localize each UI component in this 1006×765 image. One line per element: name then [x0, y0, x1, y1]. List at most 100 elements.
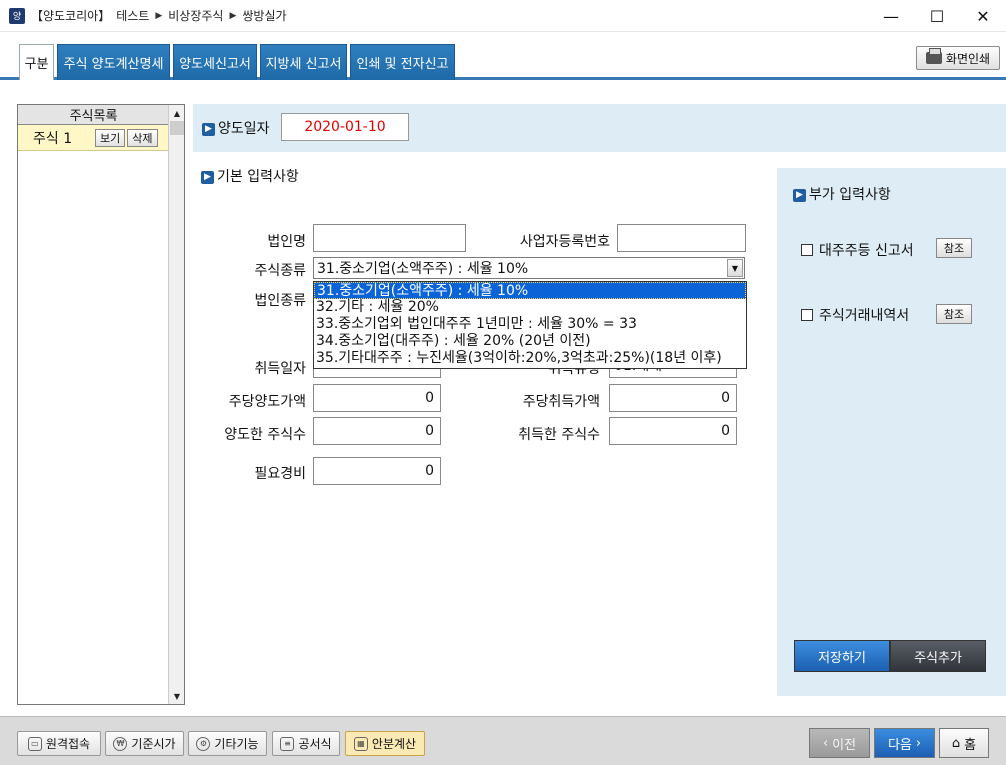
printer-icon — [925, 48, 942, 64]
prorate-calc-button[interactable]: ▦ 안분계산 — [345, 731, 425, 756]
dropdown-option[interactable]: 34.중소기업(대주주) : 세율 20% (20년 이전) — [314, 333, 746, 350]
minimize-button[interactable]: — — [868, 0, 914, 32]
corp-name-label: 법인명 — [267, 234, 306, 250]
stock-list-header: 주식목록 — [18, 105, 169, 125]
acq-date-label: 취득일자 — [254, 361, 306, 377]
add-stock-button[interactable]: 주식추가 — [890, 640, 986, 672]
dropdown-option[interactable]: 31.중소기업(소액주주) : 세율 10% — [314, 282, 746, 299]
per-share-acq-field[interactable]: 0 — [609, 384, 737, 412]
chevron-left-icon: ‹ — [822, 735, 829, 751]
app-title: 【양도코리아】 — [31, 9, 111, 23]
bottom-toolbar: ▭ 원격접속 ₩ 기준시가 ⚙ 기타기능 ≡ 공서식 ▦ 안분계산 ‹ 이전 다음 › ⌂ 홈 — [0, 716, 1006, 765]
breadcrumb-item: 비상장주식 — [168, 9, 224, 23]
transfer-date-field[interactable]: 2020-01-10 — [281, 113, 409, 141]
transfer-date-section: ▶ 양도일자 2020-01-10 — [193, 104, 1006, 152]
stock-name: 주식 1 — [33, 130, 73, 147]
shares-transferred-label: 양도한 주식수 — [224, 427, 306, 443]
expenses-field[interactable]: 0 — [313, 457, 441, 485]
next-label: 다음 — [887, 737, 912, 753]
list-item[interactable]: 주식 1 보기 삭제 — [18, 125, 169, 151]
screen-print-button[interactable]: 화면인쇄 — [916, 46, 1000, 70]
tab-print-efile[interactable]: 인쇄 및 전자신고 — [350, 44, 455, 80]
document-icon: ≡ — [280, 736, 295, 751]
tab-category[interactable]: 구분 — [19, 44, 54, 81]
breadcrumb-arrow-icon: ▶ — [229, 10, 237, 21]
remote-access-button[interactable]: ▭ 원격접속 — [17, 731, 101, 756]
home-icon: ⌂ — [951, 735, 961, 751]
dropdown-option[interactable]: 33.중소기업외 법인대주주 1년미만 : 세율 30% = 33 — [314, 316, 746, 333]
breadcrumb-item: 테스트 — [116, 9, 150, 23]
tab-bar: 구분 주식 양도계산명세 양도세신고서 지방세 신고서 인쇄 및 전자신고 화면… — [0, 32, 1006, 81]
forms-button[interactable]: ≡ 공서식 — [272, 731, 340, 756]
corp-name-field[interactable] — [313, 224, 466, 252]
other-functions-button[interactable]: ⚙ 기타기능 — [188, 731, 267, 756]
shares-transferred-field[interactable]: 0 — [313, 417, 441, 445]
scroll-down-icon[interactable]: ▼ — [169, 688, 185, 704]
trade-history-checkbox[interactable] — [801, 309, 813, 321]
section-arrow-icon: ▶ — [202, 122, 215, 136]
prev-label: 이전 — [832, 737, 857, 753]
trade-history-checkbox-row[interactable]: 주식거래내역서 — [801, 305, 909, 325]
tab-stock-transfer-calc[interactable]: 주식 양도계산명세 — [57, 44, 170, 80]
shares-acquired-field[interactable]: 0 — [609, 417, 737, 445]
maximize-button[interactable]: ☐ — [914, 0, 960, 32]
breadcrumb-item: 쌍방실가 — [242, 9, 287, 23]
transfer-date-heading: ▶ 양도일자 — [202, 118, 270, 138]
screen-print-label: 화면인쇄 — [945, 51, 991, 66]
section-arrow-icon: ▶ — [201, 170, 214, 184]
stock-type-label: 주식종류 — [254, 263, 306, 279]
tab-transfer-tax-report[interactable]: 양도세신고서 — [173, 44, 257, 80]
base-price-label: 기준시가 — [131, 737, 176, 751]
gear-icon: ⚙ — [196, 736, 211, 751]
major-shareholder-checkbox-row[interactable]: 대주주등 신고서 — [801, 240, 914, 260]
home-button[interactable]: ⌂ 홈 — [939, 728, 989, 758]
trade-history-ref-button[interactable]: 참조 — [936, 304, 972, 324]
major-shareholder-ref-button[interactable]: 참조 — [936, 238, 972, 258]
calculator-icon: ▦ — [353, 736, 368, 751]
stock-type-value: 31.중소기업(소액주주) : 세율 10% — [317, 261, 529, 277]
dropdown-option[interactable]: 32.기타 : 세율 20% — [314, 299, 746, 316]
scroll-up-icon[interactable]: ▲ — [169, 105, 185, 121]
main-content: 주식목록 주식 1 보기 삭제 ▲ ▼ ▶ 양도일자 2020-01-10 ▶ 기본… — [0, 80, 1006, 716]
basic-title-label: 기본 입력사항 — [217, 169, 299, 185]
view-button[interactable]: 보기 — [95, 128, 126, 147]
per-share-acq-label: 주당취득가액 — [522, 394, 600, 410]
stock-type-select[interactable]: 31.중소기업(소액주주) : 세율 10% ▼ — [313, 257, 745, 279]
forms-label: 공서식 — [298, 737, 332, 751]
chevron-down-icon[interactable]: ▼ — [727, 259, 743, 277]
won-icon: ₩ — [113, 736, 128, 751]
transfer-date-label: 양도일자 — [218, 121, 270, 137]
next-button[interactable]: 다음 › — [874, 728, 935, 758]
scroll-thumb[interactable] — [170, 121, 184, 135]
breadcrumb-arrow-icon: ▶ — [155, 10, 163, 21]
prev-button[interactable]: ‹ 이전 — [809, 728, 870, 758]
additional-title-label: 부가 입력사항 — [809, 187, 891, 203]
title-bar: 양 【양도코리아】 테스트 ▶ 비상장주식 ▶ 쌍방실가 — ☐ ✕ — [0, 0, 1006, 32]
base-price-button[interactable]: ₩ 기준시가 — [105, 731, 184, 756]
monitor-icon: ▭ — [27, 736, 42, 751]
major-shareholder-checkbox[interactable] — [801, 244, 813, 256]
major-shareholder-label: 대주주등 신고서 — [819, 243, 914, 259]
tab-local-tax-report[interactable]: 지방세 신고서 — [260, 44, 347, 80]
biz-no-field[interactable] — [617, 224, 746, 252]
trade-history-label: 주식거래내역서 — [819, 308, 910, 324]
remote-access-label: 원격접속 — [45, 737, 91, 751]
per-share-transfer-field[interactable]: 0 — [313, 384, 441, 412]
app-logo-icon: 양 — [9, 7, 25, 24]
chevron-right-icon: › — [915, 735, 922, 751]
close-button[interactable]: ✕ — [960, 0, 1006, 32]
corp-type-label: 법인종류 — [254, 293, 306, 309]
home-label: 홈 — [964, 737, 977, 753]
prorate-calc-label: 안분계산 — [371, 737, 417, 751]
basic-section-title: ▶ 기본 입력사항 — [201, 166, 299, 186]
window-title: 【양도코리아】 테스트 ▶ 비상장주식 ▶ 쌍방실가 — [31, 7, 287, 24]
biz-no-label: 사업자등록번호 — [519, 234, 610, 250]
dropdown-option[interactable]: 35.기타대주주 : 누진세율(3억이하:20%,3억초과:25%)(18년 이… — [314, 350, 746, 367]
save-button[interactable]: 저장하기 — [794, 640, 890, 672]
section-arrow-icon: ▶ — [793, 188, 806, 202]
per-share-transfer-label: 주당양도가액 — [228, 394, 306, 410]
vertical-scrollbar[interactable]: ▲ ▼ — [168, 105, 184, 704]
delete-button[interactable]: 삭제 — [127, 128, 158, 147]
other-functions-label: 기타기능 — [214, 737, 259, 751]
stock-list-panel: 주식목록 주식 1 보기 삭제 ▲ ▼ — [17, 104, 185, 705]
